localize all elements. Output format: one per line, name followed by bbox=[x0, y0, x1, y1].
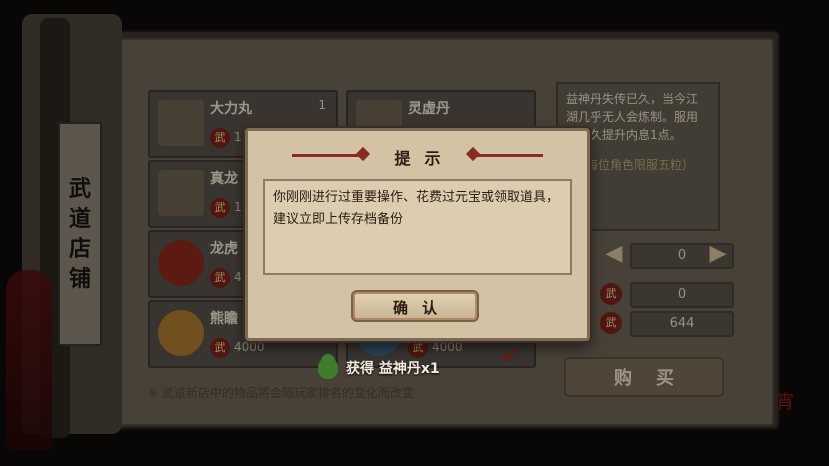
dialog-title: 提示 bbox=[394, 149, 455, 168]
dialog-message-box: 你刚刚进行过重要操作、花费过元宝或领取道具，建议立即上传存档备份 bbox=[263, 179, 572, 275]
confirm-button[interactable]: 确认 bbox=[351, 290, 479, 322]
notice-dialog: 提示 你刚刚进行过重要操作、花费过元宝或领取道具，建议立即上传存档备份 确认 bbox=[245, 128, 590, 341]
gourd-icon bbox=[318, 357, 338, 379]
dialog-message: 你刚刚进行过重要操作、花费过元宝或领取道具，建议立即上传存档备份 bbox=[273, 190, 560, 227]
item-acquired-toast: 获得 益神丹x1 bbox=[318, 356, 440, 380]
toast-text: 获得 益神丹x1 bbox=[346, 361, 440, 377]
